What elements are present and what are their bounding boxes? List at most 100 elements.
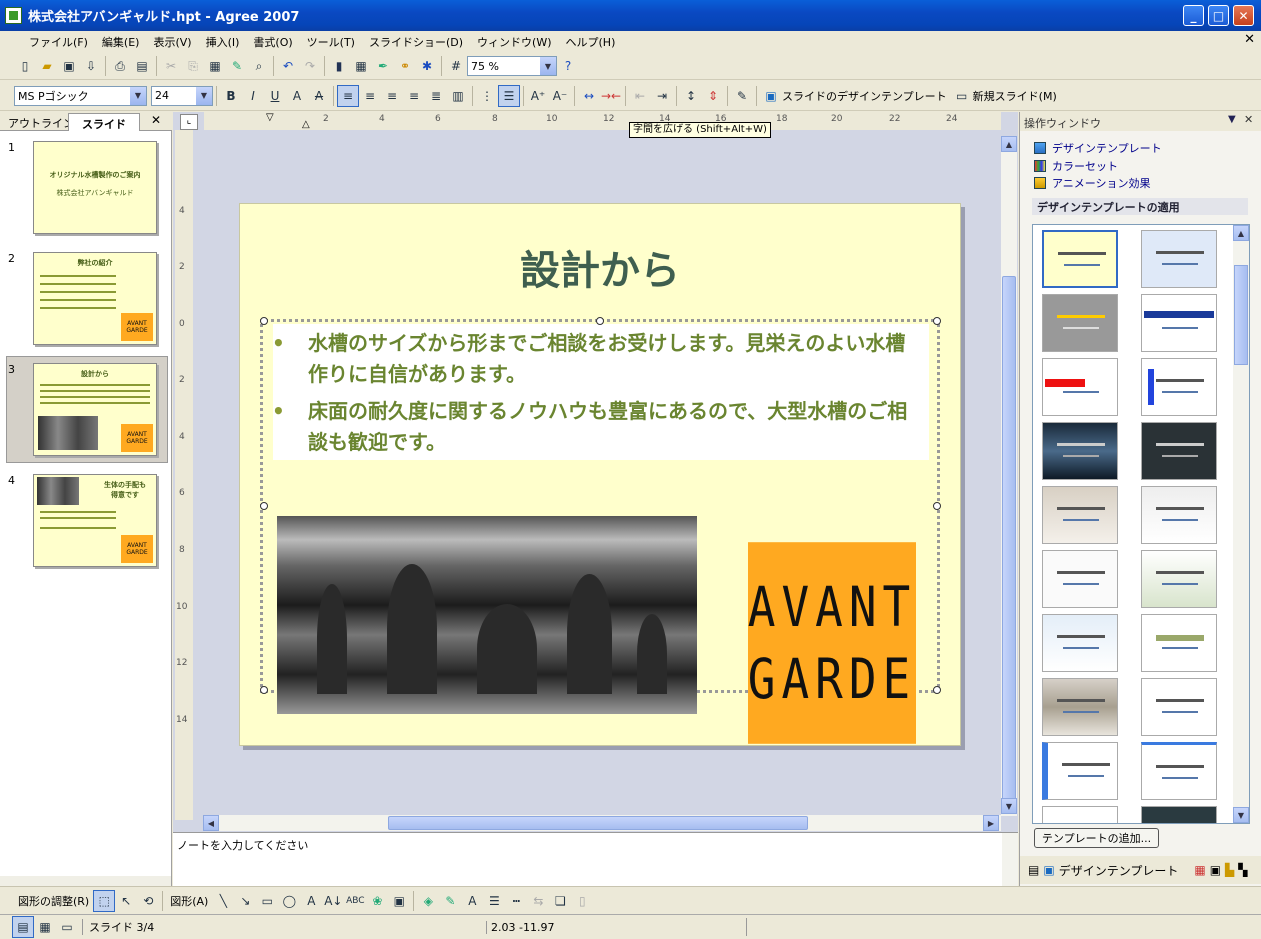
scroll-thumb[interactable] (1234, 265, 1248, 365)
template-thumbnail[interactable] (1042, 294, 1118, 352)
textbox-icon[interactable]: A (300, 890, 322, 912)
template-thumbnail[interactable] (1141, 486, 1217, 544)
3d-icon[interactable]: ▯ (571, 890, 593, 912)
resize-handle[interactable] (933, 317, 941, 325)
template-thumbnail[interactable] (1042, 550, 1118, 608)
tab-outline[interactable]: アウトライン (4, 113, 78, 131)
align-center-icon[interactable]: ≡ (359, 85, 381, 107)
line-spacing-icon[interactable]: ↕ (680, 85, 702, 107)
strikethrough-icon[interactable]: A (308, 85, 330, 107)
gallery-scrollbar[interactable]: ▲ ▼ (1233, 225, 1249, 823)
design-template-button[interactable]: ▣ スライドのデザインテンプレート (760, 85, 951, 107)
italic-icon[interactable]: I (242, 85, 264, 107)
resize-handle[interactable] (260, 502, 268, 510)
menu-edit[interactable]: 編集(E) (95, 34, 147, 50)
open-icon[interactable]: ▰ (36, 55, 58, 77)
zoom-select[interactable]: 75 % ▼ (467, 56, 557, 76)
template-thumbnail[interactable] (1042, 422, 1118, 480)
arrow-icon[interactable]: ↘ (234, 890, 256, 912)
line-icon[interactable]: ╲ (212, 890, 234, 912)
line-color-icon[interactable]: ✎ (439, 890, 461, 912)
notes-placeholder[interactable]: ノートを入力してください (177, 837, 308, 853)
slide-thumbnail-1[interactable]: オリジナル水槽製作のご案内 株式会社アバンギャルド (33, 141, 157, 234)
help-icon[interactable]: ? (557, 55, 579, 77)
justify-icon[interactable]: ≡ (403, 85, 425, 107)
resize-handle[interactable] (596, 317, 604, 325)
ellipse-icon[interactable]: ◯ (278, 890, 300, 912)
tab-slides[interactable]: スライド (68, 113, 140, 131)
template-thumbnail[interactable] (1042, 678, 1118, 736)
add-template-button[interactable]: テンプレートの追加... (1034, 828, 1159, 848)
indent-marker-icon[interactable]: △ (302, 119, 310, 130)
aquarium-photo[interactable] (277, 516, 697, 714)
template-thumbnail[interactable] (1042, 358, 1118, 416)
menu-slideshow[interactable]: スライドショー(D) (362, 34, 470, 50)
vertical-text-icon[interactable]: A↓ (322, 890, 344, 912)
minimize-button[interactable]: _ (1183, 5, 1204, 26)
vertical-scrollbar[interactable]: ▲ ▼ (1001, 136, 1017, 816)
scroll-down-icon[interactable]: ▼ (1233, 807, 1249, 823)
color-set-icon[interactable]: ▦ (1194, 863, 1205, 877)
close-icon[interactable]: ✕ (1244, 113, 1253, 126)
template-thumbnail[interactable] (1042, 806, 1118, 823)
pane-scrollbar[interactable] (0, 876, 171, 886)
maximize-button[interactable]: □ (1208, 5, 1229, 26)
slide-thumbnail-4[interactable]: 生体の手配も 得意です AVANT GARDE (33, 474, 157, 567)
adjust-shapes-menu[interactable]: 図形の調整(R) (14, 893, 93, 909)
fill-color-icon[interactable]: ◈ (417, 890, 439, 912)
template-thumbnail[interactable] (1141, 614, 1217, 672)
menu-view[interactable]: 表示(V) (146, 34, 198, 50)
template-thumbnail[interactable] (1141, 550, 1217, 608)
menu-file[interactable]: ファイル(F) (22, 34, 95, 50)
underline-icon[interactable]: U (264, 85, 286, 107)
cut-icon[interactable]: ✂ (160, 55, 182, 77)
slide-canvas[interactable]: 設計から • 水槽のサイズから形までご相談をお受けします。見栄えのよい水槽作りに自… (239, 203, 961, 746)
template-thumbnail[interactable] (1042, 486, 1118, 544)
fontwork-icon[interactable]: ABC (344, 890, 366, 912)
slide-thumbnail-2[interactable]: 弊社の紹介 AVANT GARDE (33, 252, 157, 345)
template-thumbnail[interactable] (1141, 806, 1217, 823)
slideshow-icon[interactable]: ▭ (56, 916, 78, 938)
rotate-icon[interactable]: ⟲ (137, 890, 159, 912)
template-thumbnail[interactable] (1141, 294, 1217, 352)
redo-icon[interactable]: ↷ (299, 55, 321, 77)
line-width-icon[interactable]: ☰ (483, 890, 505, 912)
condense-spacing-icon[interactable]: →← (600, 85, 622, 107)
decrease-font-icon[interactable]: A⁻ (549, 85, 571, 107)
save-icon[interactable]: ▣ (58, 55, 80, 77)
indent-marker-icon[interactable]: ▽ (266, 112, 274, 123)
align-right-icon[interactable]: ≡ (381, 85, 403, 107)
shadow-icon[interactable]: ❏ (549, 890, 571, 912)
close-icon[interactable]: ✕ (151, 113, 161, 127)
resize-handle[interactable] (260, 686, 268, 694)
symbol-icon[interactable]: ✱ (416, 55, 438, 77)
grid-icon[interactable]: # (445, 55, 467, 77)
menu-insert[interactable]: 挿入(I) (199, 34, 247, 50)
distribute-icon[interactable]: ≣ (425, 85, 447, 107)
font-size-select[interactable]: 24 ▼ (151, 85, 213, 106)
slide-sorter-icon[interactable]: ▦ (34, 916, 56, 938)
template-thumbnail[interactable] (1141, 422, 1217, 480)
columns-icon[interactable]: ▥ (447, 85, 469, 107)
expand-spacing-icon[interactable]: ↔ (578, 85, 600, 107)
shadow-icon[interactable]: A (286, 85, 308, 107)
find-icon[interactable]: ⌕ (248, 55, 270, 77)
layout-icon[interactable]: ▣ (1210, 863, 1221, 877)
bullet-item[interactable]: • 水槽のサイズから形までご相談をお受けします。見栄えのよい水槽作りに自信がありま… (272, 328, 920, 390)
new-slide-button[interactable]: ▭ 新規スライド(M) (951, 85, 1061, 107)
new-icon[interactable]: ▯ (14, 55, 36, 77)
transition-icon[interactable]: ▚ (1238, 863, 1247, 877)
shapes-menu[interactable]: 図形(A) (166, 893, 212, 909)
template-thumbnail[interactable] (1042, 230, 1118, 288)
color-set-link[interactable]: カラーセット (1034, 158, 1118, 174)
table-icon[interactable]: ▦ (350, 55, 372, 77)
bullet-list-icon[interactable]: ☰ (498, 84, 520, 107)
slide-thumbnail-3[interactable]: 設計から AVANT GARDE (33, 363, 157, 456)
template-thumbnail[interactable] (1141, 358, 1217, 416)
notes-scrollbar[interactable] (1002, 833, 1018, 887)
template-thumbnail[interactable] (1042, 614, 1118, 672)
scroll-thumb[interactable] (1002, 276, 1016, 806)
scroll-right-icon[interactable]: ▶ (983, 815, 999, 831)
rectangle-icon[interactable]: ▭ (256, 890, 278, 912)
font-color-icon[interactable]: A (461, 890, 483, 912)
